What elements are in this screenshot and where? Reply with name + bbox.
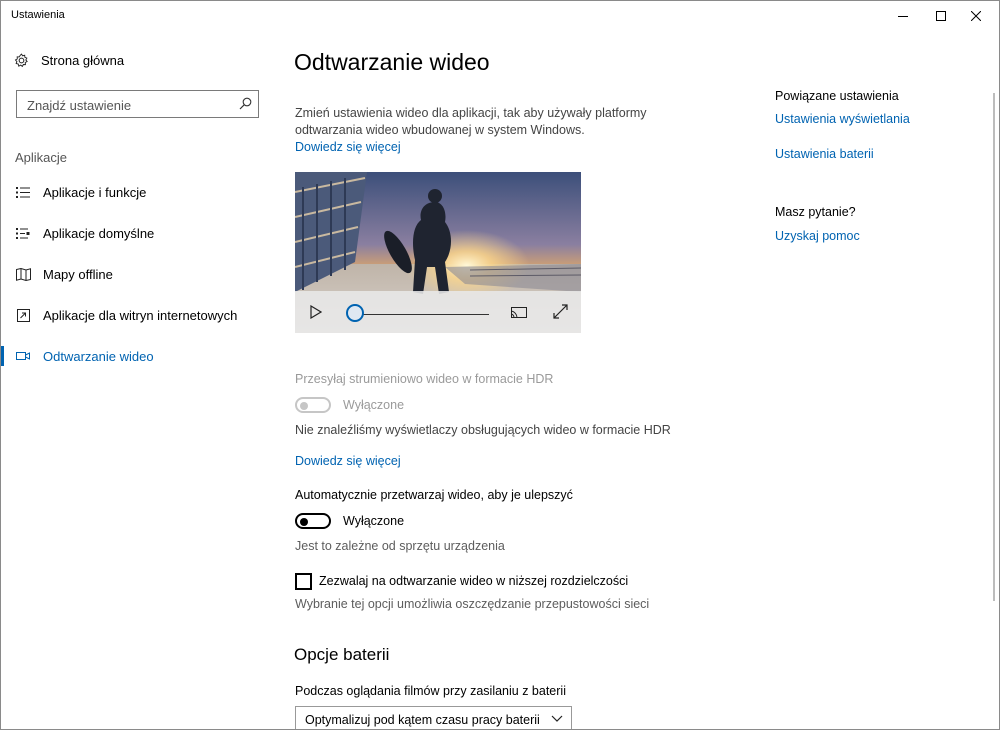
- video-controls: [295, 291, 581, 333]
- sidebar-item-label: Aplikacje dla witryn internetowych: [43, 307, 238, 323]
- search-icon[interactable]: [239, 97, 252, 110]
- sidebar-item-label: Mapy offline: [43, 266, 113, 282]
- battery-heading: Opcje baterii: [294, 645, 390, 664]
- sidebar-item-apps-for-websites[interactable]: Aplikacje dla witryn internetowych: [1, 297, 276, 333]
- low-res-label[interactable]: Zezwalaj na odtwarzanie wideo w niższej …: [319, 574, 628, 588]
- offline-maps-icon: [15, 266, 31, 282]
- hdr-toggle[interactable]: [295, 397, 331, 413]
- auto-process-label: Automatycznie przetwarzaj wideo, aby je …: [295, 488, 573, 502]
- gear-icon: [14, 53, 28, 68]
- sidebar-item-offline-maps[interactable]: Mapy offline: [1, 256, 276, 292]
- section-label: Aplikacje: [15, 150, 68, 165]
- video-playback-icon: [15, 348, 31, 364]
- close-icon: [971, 11, 981, 21]
- low-res-note: Wybranie tej opcji umożliwia oszczędzani…: [295, 597, 650, 611]
- battery-dropdown-value: Optymalizuj pod kątem czasu pracy bateri…: [305, 713, 540, 727]
- low-res-checkbox[interactable]: [295, 573, 312, 590]
- battery-label: Podczas oglądania filmów przy zasilaniu …: [295, 684, 566, 698]
- video-preview: [295, 172, 581, 333]
- maximize-button[interactable]: [924, 1, 958, 31]
- display-settings-link[interactable]: Ustawienia wyświetlania: [775, 112, 910, 126]
- maximize-icon: [936, 11, 946, 21]
- active-indicator: [1, 346, 4, 366]
- auto-process-toggle[interactable]: [295, 513, 331, 529]
- hdr-label: Przesyłaj strumieniowo wideo w formacie …: [295, 372, 554, 386]
- description-text: Zmień ustawienia wideo dla aplikacji, ta…: [295, 106, 647, 137]
- hdr-learn-more-link[interactable]: Dowiedz się więcej: [295, 454, 401, 468]
- battery-dropdown[interactable]: Optymalizuj pod kątem czasu pracy bateri…: [295, 706, 572, 729]
- get-help-link[interactable]: Uzyskaj pomoc: [775, 229, 860, 243]
- sidebar-item-label: Aplikacje i funkcje: [43, 184, 147, 200]
- video-progress-thumb[interactable]: [346, 304, 364, 322]
- sidebar-item-apps-features[interactable]: Aplikacje i funkcje: [1, 174, 276, 210]
- toggle-knob: [300, 402, 308, 410]
- auto-process-toggle-state: Wyłączone: [343, 514, 405, 528]
- sidebar-item-label: Odtwarzanie wideo: [43, 348, 154, 364]
- hdr-toggle-state: Wyłączone: [343, 398, 405, 412]
- question-heading: Masz pytanie?: [775, 205, 856, 219]
- chevron-down-icon: [551, 715, 563, 722]
- cast-icon[interactable]: [511, 305, 528, 319]
- minimize-button[interactable]: [886, 1, 920, 31]
- apps-features-icon: [15, 184, 31, 200]
- sidebar-item-default-apps[interactable]: Aplikacje domyślne: [1, 215, 276, 251]
- page-description: Zmień ustawienia wideo dla aplikacji, ta…: [295, 105, 675, 156]
- related-settings-panel: Powiązane ustawienia Ustawienia wyświetl…: [775, 31, 975, 729]
- home-label: Strona główna: [41, 53, 125, 68]
- search-input[interactable]: [25, 92, 229, 118]
- default-apps-icon: [15, 225, 31, 241]
- main-content: Odtwarzanie wideo Zmień ustawienia wideo…: [276, 31, 756, 729]
- auto-process-note: Jest to zależne od sprzętu urządzenia: [295, 539, 505, 553]
- battery-settings-link[interactable]: Ustawienia baterii: [775, 147, 874, 161]
- home-link[interactable]: Strona główna: [14, 53, 124, 68]
- sidebar-item-label: Aplikacje domyślne: [43, 225, 155, 241]
- play-icon[interactable]: [310, 305, 322, 319]
- close-button[interactable]: [959, 1, 993, 31]
- title-bar: Ustawienia: [1, 1, 999, 31]
- sidebar-item-video-playback[interactable]: Odtwarzanie wideo: [1, 338, 276, 374]
- page-title: Odtwarzanie wideo: [294, 49, 490, 75]
- toggle-knob: [300, 518, 308, 526]
- learn-more-link[interactable]: Dowiedz się więcej: [295, 140, 401, 154]
- fullscreen-icon[interactable]: [553, 304, 568, 319]
- settings-window: Ustawienia Strona główna Aplikacje: [0, 0, 1000, 730]
- apps-for-websites-icon: [15, 307, 31, 323]
- scrollbar[interactable]: [993, 93, 995, 601]
- hdr-note: Nie znaleźliśmy wyświetlaczy obsługujący…: [295, 423, 671, 437]
- minimize-icon: [898, 16, 908, 17]
- search-box: [16, 90, 259, 118]
- video-progress-track[interactable]: [355, 314, 489, 315]
- sidebar: Strona główna Aplikacje Aplikacje i funk…: [1, 31, 276, 729]
- window-title: Ustawienia: [11, 9, 65, 21]
- related-settings-heading: Powiązane ustawienia: [775, 89, 899, 103]
